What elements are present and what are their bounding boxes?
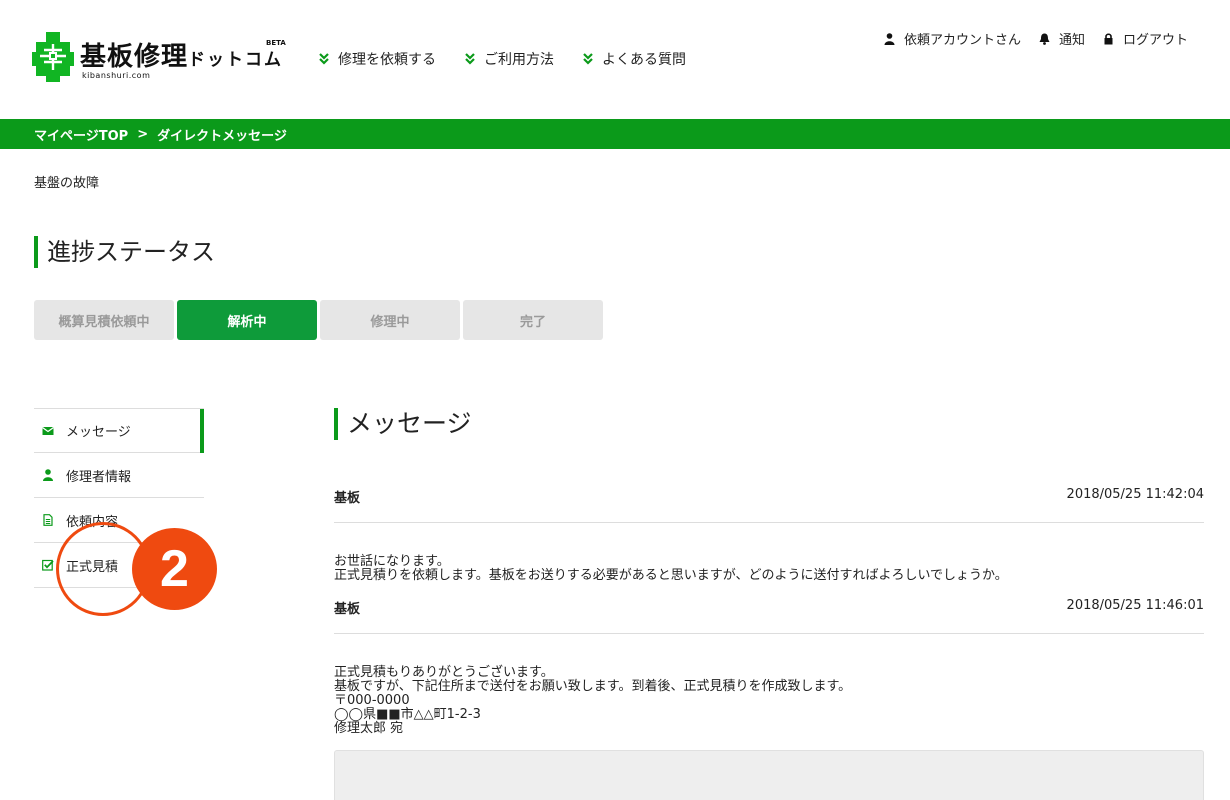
logout-label: ログアウト	[1122, 33, 1188, 48]
double-chevron-down-icon	[583, 53, 593, 65]
envelope-icon	[42, 426, 54, 435]
message-item: 基板 2018/05/25 11:42:04 お世話になります。 正式見積りを依…	[334, 487, 1204, 583]
logo-beta-badge: BETA	[266, 39, 286, 47]
message-sender: 基板	[334, 602, 361, 617]
nav-label: ご利用方法	[484, 52, 554, 68]
case-title: 基盤の故障	[34, 176, 100, 191]
bell-icon	[1039, 33, 1050, 45]
double-chevron-down-icon	[465, 53, 475, 65]
nav-label: よくある質問	[602, 52, 686, 68]
user-nav: 依頼アカウントさん 通知 ログアウト	[866, 29, 1188, 48]
sidemenu-label: 修理者情報	[66, 469, 132, 485]
account-label: 依頼アカウントさん	[903, 33, 1021, 48]
global-nav: 修理を依頼する ご利用方法 よくある質問	[318, 49, 714, 69]
message-item: 基板 2018/05/25 11:46:01 正式見積もりありがとうございます。…	[334, 598, 1204, 736]
message-timestamp: 2018/05/25 11:42:04	[1066, 487, 1204, 502]
account-link[interactable]: 依頼アカウントさん	[884, 29, 1021, 48]
status-heading: 進捗ステータス	[34, 236, 215, 268]
double-chevron-down-icon	[319, 53, 329, 65]
reply-input[interactable]	[334, 750, 1204, 800]
notifications-label: 通知	[1058, 33, 1085, 48]
message-header: 基板 2018/05/25 11:42:04	[334, 487, 1204, 523]
breadcrumb: マイページTOP > ダイレクトメッセージ	[0, 119, 1230, 149]
step-completed: 完了	[463, 300, 603, 340]
lock-icon	[1104, 32, 1113, 44]
sidemenu-item-repairer-info[interactable]: 修理者情報	[34, 453, 204, 498]
annotation-step-badge: 2	[132, 528, 217, 610]
step-repairing: 修理中	[320, 300, 460, 340]
nav-faq[interactable]: よくある質問	[582, 49, 686, 69]
nav-request-repair[interactable]: 修理を依頼する	[318, 49, 436, 69]
message-sender: 基板	[334, 491, 361, 506]
sidemenu-item-messages[interactable]: メッセージ	[34, 408, 204, 453]
step-estimate-requested: 概算見積依頼中	[34, 300, 174, 340]
nav-how-to-use[interactable]: ご利用方法	[464, 49, 554, 69]
progress-steps: 概算見積依頼中 解析中 修理中 完了	[34, 300, 606, 340]
checkbox-icon	[42, 559, 54, 571]
messages-heading: メッセージ	[334, 408, 472, 440]
sidemenu-label: メッセージ	[66, 425, 131, 440]
breadcrumb-home-link[interactable]: マイページTOP	[34, 125, 128, 144]
message-body: お世話になります。 正式見積りを依頼します。基板をお送りする必要があると思います…	[334, 554, 1008, 583]
message-body: 正式見積もりありがとうございます。 基板ですが、下記住所まで送付をお願い致します…	[334, 665, 852, 736]
message-timestamp: 2018/05/25 11:46:01	[1066, 598, 1204, 613]
site-header: 基板修理ドットコム BETA kibanshuri.com 修理を依頼する ご利…	[0, 0, 1230, 119]
logo-text: 基板修理ドットコム	[80, 42, 284, 72]
notifications-link[interactable]: 通知	[1039, 29, 1085, 48]
document-icon	[43, 514, 53, 526]
breadcrumb-current: ダイレクトメッセージ	[157, 128, 287, 144]
nav-label: 修理を依頼する	[338, 52, 436, 68]
user-icon	[43, 469, 53, 481]
breadcrumb-separator: >	[137, 126, 149, 142]
step-analyzing: 解析中	[177, 300, 317, 340]
message-header: 基板 2018/05/25 11:46:01	[334, 598, 1204, 634]
site-logo[interactable]: 基板修理ドットコム BETA kibanshuri.com	[32, 32, 292, 84]
user-icon	[884, 32, 895, 45]
logout-link[interactable]: ログアウト	[1103, 29, 1188, 48]
logo-mark-icon	[32, 32, 74, 82]
logo-domain-text: kibanshuri.com	[82, 71, 151, 80]
